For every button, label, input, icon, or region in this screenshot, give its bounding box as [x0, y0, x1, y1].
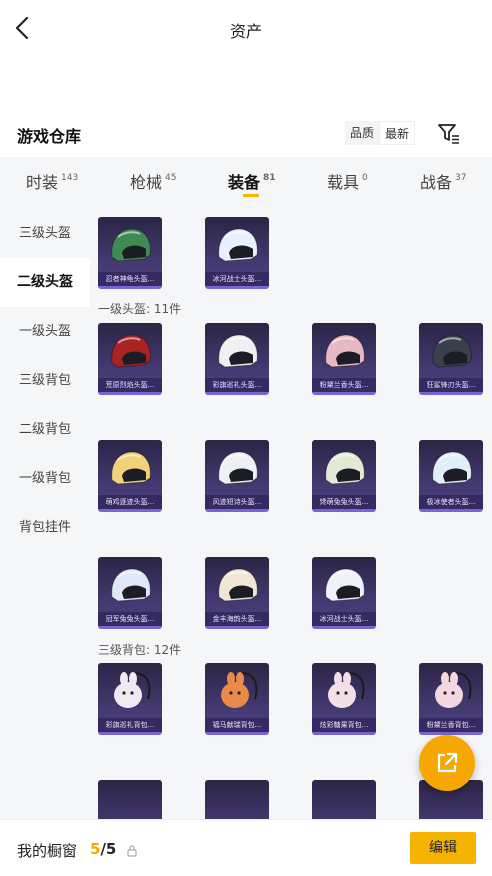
item-name: 冰河战士头盔...	[205, 272, 269, 286]
helmet-item[interactable]: 极冰使者头盔...	[419, 440, 483, 512]
sidebar-item-level3-backpack[interactable]: 三级背包	[0, 356, 90, 405]
filter-icon[interactable]	[436, 120, 462, 146]
helmet-item[interactable]: 忍者神龟头盔...	[98, 217, 162, 289]
helmet-item[interactable]: 金丰海韵头盔...	[205, 557, 269, 629]
helmet-item[interactable]: 馋萌兔兔头盔...	[312, 440, 376, 512]
backpack-item[interactable]: 粉黛兰香背包...	[419, 663, 483, 735]
backpack-item[interactable]: 彩旗巡礼背包...	[98, 663, 162, 735]
helmet-item[interactable]: 粉黛兰香头盔...	[312, 323, 376, 395]
warehouse-title: 游戏仓库	[17, 127, 82, 146]
item-name: 萌鸡逐迹头盔...	[98, 495, 162, 509]
backpack-item[interactable]	[205, 780, 269, 819]
item-name: 粉黛兰香背包...	[419, 718, 483, 732]
helmet-item[interactable]: 狂鲨锋刃头盔...	[419, 323, 483, 395]
item-name: 炫彩糖果背包...	[312, 718, 376, 732]
backpack-item[interactable]	[98, 780, 162, 819]
sidebar-item-level2-backpack[interactable]: 二级背包	[0, 405, 90, 454]
tab-label: 载具	[327, 173, 360, 192]
sidebar: 三级头盔 二级头盔 一级头盔 三级背包 二级背包 一级背包 背包挂件	[0, 207, 90, 819]
item-name: 荒原烈焰头盔...	[98, 378, 162, 392]
showcase-label: 我的橱窗	[17, 842, 78, 860]
tab-label: 战备	[420, 173, 453, 192]
item-name: 忍者神龟头盔...	[98, 272, 162, 286]
sidebar-item-backpack-charm[interactable]: 背包挂件	[0, 503, 90, 552]
item-name: 彩旗巡礼头盔...	[205, 378, 269, 392]
helmet-item[interactable]: 彩旗巡礼头盔...	[205, 323, 269, 395]
tab-count: 0	[362, 173, 368, 183]
category-tabs: 时装 143 枪械 45 装备 81 载具 0 战备 37	[0, 157, 492, 207]
item-name: 馋萌兔兔头盔...	[312, 495, 376, 509]
item-name: 极冰使者头盔...	[419, 495, 483, 509]
item-name: 金丰海韵头盔...	[205, 612, 269, 626]
backpack-item[interactable]: 福马献瑞背包...	[205, 663, 269, 735]
sidebar-item-level1-helmet[interactable]: 一级头盔	[0, 307, 90, 356]
section-label: 一级头盔: 11件	[98, 302, 182, 316]
sort-quality-button[interactable]: 品质	[345, 121, 379, 145]
sort-toggle: 品质 最新	[345, 121, 416, 145]
item-grid: 一级头盔: 11件 三级背包: 12件 忍者神龟头盔... 冰河战士头盔... 荒原…	[90, 207, 492, 819]
item-name: 粉黛兰香头盔...	[312, 378, 376, 392]
tab-count: 143	[61, 173, 79, 183]
helmet-item[interactable]: 冠军兔兔头盔...	[98, 557, 162, 629]
tab-fashion[interactable]: 时装 143	[26, 169, 78, 193]
backpack-item[interactable]	[312, 780, 376, 819]
item-name: 冠军兔兔头盔...	[98, 612, 162, 626]
item-name: 冰河战士头盔...	[312, 612, 376, 626]
active-tab-indicator	[243, 194, 259, 197]
share-button[interactable]	[419, 735, 475, 791]
warehouse-header: 游戏仓库 品质 最新	[0, 116, 492, 152]
helmet-item[interactable]: 冰河战士头盔...	[205, 217, 269, 289]
tab-label: 时装	[26, 173, 59, 192]
tab-vehicles[interactable]: 载具 0	[327, 169, 368, 193]
helmet-item[interactable]: 荒原烈焰头盔...	[98, 323, 162, 395]
lock-icon	[127, 842, 137, 857]
showcase-current: 5	[90, 840, 101, 858]
tab-equipment[interactable]: 装备 81	[228, 169, 276, 193]
item-name: 彩旗巡礼背包...	[98, 718, 162, 732]
tab-count: 81	[263, 173, 276, 183]
tab-label: 装备	[228, 173, 261, 192]
sidebar-item-level1-backpack[interactable]: 一级背包	[0, 454, 90, 503]
item-name: 风迹短诗头盔...	[205, 495, 269, 509]
sidebar-item-level3-helmet[interactable]: 三级头盔	[0, 209, 90, 258]
tab-label: 枪械	[130, 173, 163, 192]
helmet-item[interactable]: 萌鸡逐迹头盔...	[98, 440, 162, 512]
edit-button[interactable]: 编辑	[410, 832, 476, 864]
sidebar-item-level2-helmet[interactable]: 二级头盔	[0, 258, 90, 307]
sort-latest-button[interactable]: 最新	[379, 121, 416, 145]
helmet-item[interactable]: 风迹短诗头盔...	[205, 440, 269, 512]
item-name: 狂鲨锋刃头盔...	[419, 378, 483, 392]
backpack-item[interactable]: 炫彩糖果背包...	[312, 663, 376, 735]
external-link-icon	[437, 752, 458, 773]
tab-supplies[interactable]: 战备 37	[420, 169, 466, 193]
item-name: 福马献瑞背包...	[205, 718, 269, 732]
section-label: 三级背包: 12件	[98, 643, 182, 657]
showcase-count: 5/5	[90, 840, 116, 858]
showcase-total: /5	[100, 840, 117, 858]
showcase-bar: 我的橱窗 5/5 编辑	[0, 819, 492, 876]
tab-weapons[interactable]: 枪械 45	[130, 169, 176, 193]
helmet-item[interactable]: 冰河战士头盔...	[312, 557, 376, 629]
tab-count: 37	[455, 173, 467, 183]
tab-count: 45	[165, 173, 177, 183]
page-title: 资产	[229, 22, 262, 41]
top-bar: 资产	[0, 0, 492, 58]
